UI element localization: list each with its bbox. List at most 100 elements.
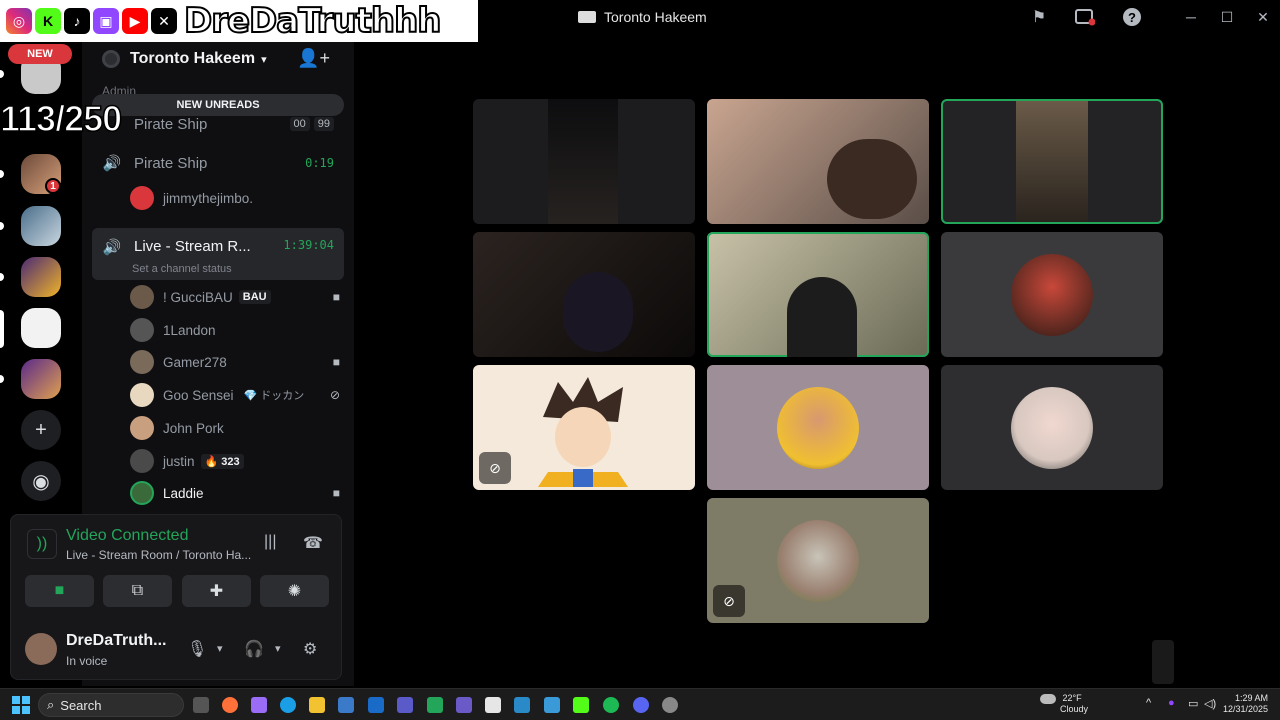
video-tile[interactable]	[941, 232, 1163, 357]
channel-status[interactable]: Set a channel status	[132, 263, 232, 275]
voice-member[interactable]: John Pork	[130, 413, 344, 443]
inbox-icon[interactable]	[1074, 6, 1096, 28]
windows-start-icon[interactable]	[12, 696, 30, 714]
app-icon[interactable]	[485, 697, 501, 713]
member-name: John Pork	[163, 420, 224, 436]
flag-icon[interactable]: ⚑	[1028, 6, 1050, 28]
app-icon[interactable]	[662, 697, 678, 713]
clock[interactable]: 1:29 AM 12/31/2025	[1223, 693, 1268, 715]
firefox-icon[interactable]	[222, 697, 238, 713]
voice-member[interactable]: Goo Sensei 💎 ドッカン ⊘	[130, 380, 344, 410]
voice-member[interactable]: jimmythejimbo.	[130, 183, 344, 213]
screenshare-button[interactable]: ⧉	[103, 575, 172, 607]
maximize-button[interactable]: ☐	[1216, 7, 1238, 27]
voice-member[interactable]: Laddie ■	[130, 478, 344, 508]
activities-button[interactable]: ✚	[182, 575, 251, 607]
speaker-icon: 🔊	[102, 155, 122, 172]
teams-icon[interactable]	[397, 697, 413, 713]
channel-pirate-ship-2[interactable]: 🔊 Pirate Ship 0:19	[92, 147, 344, 179]
tray-app-icon[interactable]: ●	[1168, 697, 1175, 709]
headphones-icon[interactable]: 🎧	[244, 639, 264, 659]
video-tile-speaking[interactable]	[941, 99, 1163, 224]
hand-cursor-icon	[1152, 640, 1174, 684]
avatar	[130, 449, 154, 473]
voice-member[interactable]: justin 🔥 323	[130, 446, 344, 476]
voice-panel: )) Video Connected Live - Stream Room / …	[10, 514, 342, 680]
video-icon: ■	[332, 486, 340, 500]
chevron-down-icon[interactable]: ▾	[275, 642, 281, 655]
app-icon[interactable]	[456, 697, 472, 713]
weather-widget[interactable]: 22°F Cloudy	[1040, 693, 1088, 715]
avatar[interactable]	[25, 633, 57, 665]
video-tile[interactable]	[941, 365, 1163, 490]
explore-icon[interactable]: ◉	[21, 461, 61, 501]
video-icon: ■	[332, 290, 340, 304]
minimize-button[interactable]: ─	[1180, 7, 1202, 27]
noise-suppression-icon[interactable]: |||	[264, 533, 276, 551]
video-tile[interactable]	[473, 99, 695, 224]
video-tile[interactable]	[707, 365, 929, 490]
server-icon-4[interactable]	[21, 257, 61, 297]
outlook-icon[interactable]	[368, 697, 384, 713]
edge-icon[interactable]	[280, 697, 296, 713]
user-panel: DreDaTruth... In voice 🎙 ▾ 🎧 ▾ ⚙	[11, 623, 341, 679]
spotify-icon[interactable]	[603, 697, 619, 713]
voice-member[interactable]: 1Landon	[130, 315, 344, 345]
avatar	[777, 387, 859, 469]
voice-member[interactable]: Gamer278 ■	[130, 347, 344, 377]
member-name: justin	[163, 453, 195, 469]
video-tile[interactable]	[473, 232, 695, 357]
file-explorer-icon[interactable]	[309, 697, 325, 713]
user-name[interactable]: DreDaTruth...	[66, 632, 166, 650]
photos-icon[interactable]	[544, 697, 560, 713]
svg-text:?: ?	[1128, 10, 1136, 25]
twitch-icon: ▣	[93, 8, 119, 34]
server-header[interactable]: Toronto Hakeem ▾ 👤+	[82, 44, 354, 74]
camera-button[interactable]: ■	[25, 575, 94, 607]
kick-icon: K	[35, 8, 61, 34]
video-feed	[1016, 101, 1088, 222]
app-icon[interactable]	[427, 697, 443, 713]
kick-icon[interactable]	[573, 697, 589, 713]
channel-live-stream-room[interactable]: 🔊 Live - Stream R... 1:39:04 Set a chann…	[92, 228, 344, 280]
invite-icon[interactable]: 👤+	[297, 48, 330, 69]
soundboard-button[interactable]: ✺	[260, 575, 329, 607]
server-icon-3[interactable]	[21, 206, 61, 246]
network-icon[interactable]: ▭	[1188, 697, 1198, 710]
voice-channel[interactable]: Live - Stream Room / Toronto Ha...	[66, 548, 251, 562]
microphone-icon[interactable]: 🎙	[187, 639, 207, 659]
member-name: ! GucciBAU	[163, 289, 233, 305]
speaker-icon: 🔊	[102, 239, 122, 256]
voice-member[interactable]: ! GucciBAU BAU ■	[130, 282, 344, 312]
channel-pirate-ship-1[interactable]: Pirate Ship 00 99	[92, 108, 344, 140]
server-settings-icon	[102, 50, 120, 68]
settings-gear-icon[interactable]: ⚙	[303, 639, 317, 659]
add-server-button[interactable]: +	[21, 410, 61, 450]
server-icon-phantom[interactable]	[21, 308, 61, 348]
chevron-down-icon[interactable]: ▾	[217, 642, 223, 655]
video-tile[interactable]: ⊘	[473, 365, 695, 490]
member-name: 1Landon	[163, 322, 216, 338]
store-icon[interactable]	[338, 697, 354, 713]
member-tag: BAU	[238, 290, 271, 304]
avatar	[130, 416, 154, 440]
disconnect-icon[interactable]: ☎	[303, 533, 323, 553]
video-tile-speaking[interactable]	[707, 232, 929, 357]
help-icon[interactable]: ?	[1121, 6, 1143, 28]
voice-status[interactable]: Video Connected	[66, 527, 188, 545]
avatar	[130, 285, 154, 309]
discord-icon[interactable]	[633, 697, 649, 713]
close-button[interactable]: ✕	[1252, 7, 1274, 27]
volume-icon[interactable]: ◁)	[1204, 697, 1216, 710]
video-tile[interactable]	[707, 99, 929, 224]
tray-chevron-icon[interactable]: ^	[1146, 697, 1151, 709]
app-icon[interactable]	[514, 697, 530, 713]
copilot-icon[interactable]	[251, 697, 267, 713]
task-view-icon[interactable]	[193, 697, 209, 713]
member-tag: 🔥 323	[200, 453, 244, 469]
server-icon-6[interactable]	[21, 359, 61, 399]
taskbar-search[interactable]: ⌕ Search	[38, 693, 184, 717]
video-tile[interactable]: ⊘	[707, 498, 929, 623]
signal-icon[interactable]: ))	[27, 529, 57, 559]
new-pill[interactable]: NEW	[8, 44, 72, 64]
